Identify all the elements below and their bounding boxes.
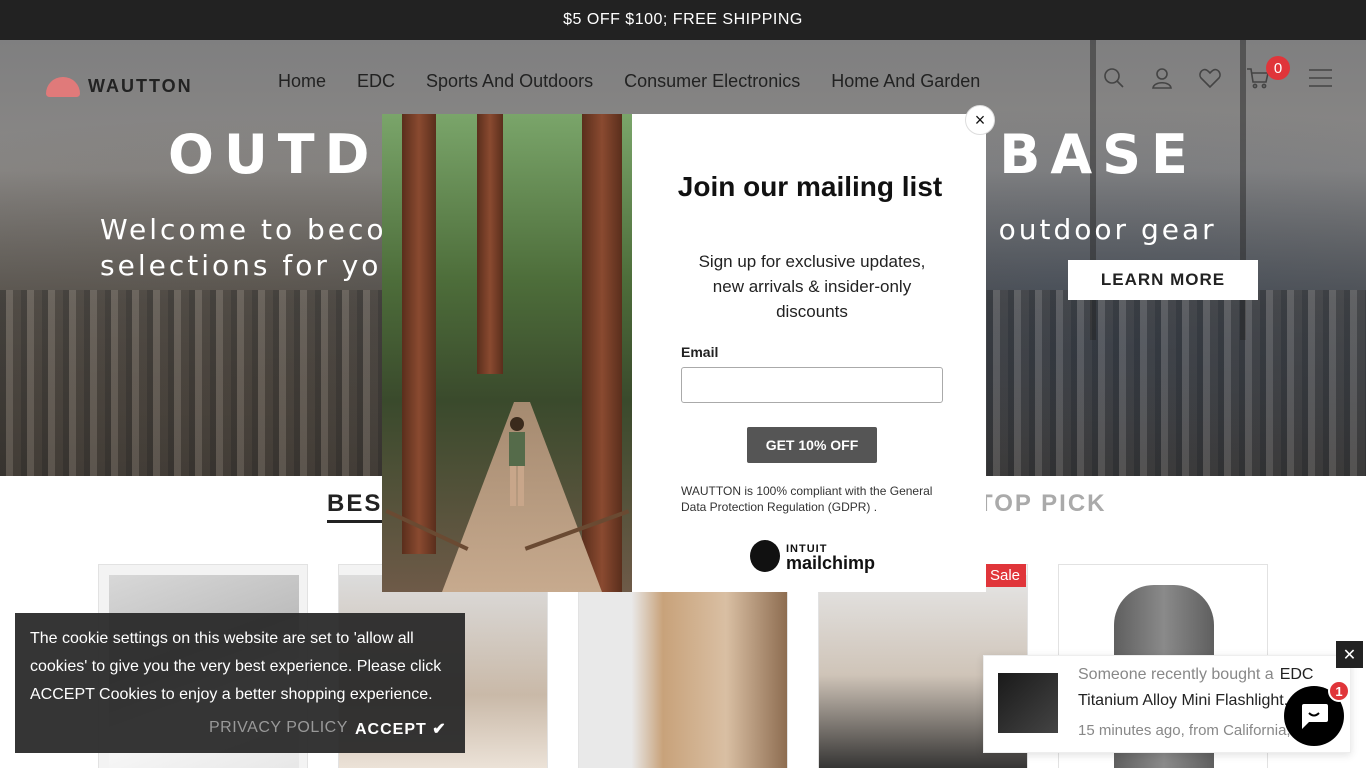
main-nav: Home EDC Sports And Outdoors Consumer El…: [278, 71, 1011, 92]
recent-purchase-lead: Someone recently bought a EDC: [1078, 666, 1313, 684]
logo-mark-icon: [46, 76, 80, 97]
heart-icon[interactable]: [1196, 66, 1224, 90]
learn-more-button[interactable]: LEARN MORE: [1068, 260, 1258, 300]
recent-product-thumbnail: [998, 673, 1058, 733]
announcement-bar: $5 OFF $100; FREE SHIPPING: [0, 0, 1366, 40]
hiker-figure: [509, 417, 525, 506]
popup-forest-image: [382, 114, 632, 592]
recent-purchase-time: 15 minutes ago, from California,: [1078, 722, 1291, 739]
nav-item-consumer-electronics[interactable]: Consumer Electronics: [624, 71, 800, 92]
popup-description: Sign up for exclusive updates, new arriv…: [698, 252, 926, 321]
recent-lead-text: Someone recently bought a: [1078, 666, 1274, 683]
chat-unread-badge: 1: [1328, 680, 1350, 702]
user-icon[interactable]: [1148, 66, 1176, 90]
nav-item-sports-outdoors[interactable]: Sports And Outdoors: [426, 71, 593, 92]
nav-item-home-garden[interactable]: Home And Garden: [831, 71, 980, 92]
announcement-text: $5 OFF $100; FREE SHIPPING: [563, 11, 803, 28]
tree-trunk: [402, 114, 436, 554]
get-discount-button[interactable]: GET 10% OFF: [747, 427, 877, 463]
tree-trunk: [477, 114, 503, 374]
logo-text: WAUTTON: [88, 76, 193, 96]
mailchimp-monkey-icon: [750, 540, 780, 572]
product-card[interactable]: [578, 564, 788, 768]
tab-top-pick[interactable]: TOP PICK: [978, 490, 1106, 518]
nav-item-edc[interactable]: EDC: [357, 71, 395, 92]
nav-item-home[interactable]: Home: [278, 71, 326, 92]
hamburger-icon[interactable]: [1306, 66, 1334, 90]
recent-product-name[interactable]: Titanium Alloy Mini Flashlight...: [1078, 692, 1297, 710]
email-label: Email: [681, 344, 719, 360]
cart-count-badge: 0: [1266, 56, 1290, 80]
chat-bubble-icon: [1302, 704, 1328, 729]
privacy-policy-link[interactable]: PRIVACY POLICY: [209, 719, 348, 737]
popup-title: Join our mailing list: [677, 171, 943, 202]
accept-cookies-button[interactable]: ACCEPT ✔: [355, 719, 447, 739]
site-header: WAUTTON Home EDC Sports And Outdoors Con…: [0, 40, 1366, 120]
mailchimp-wordmark: mailchimp: [786, 553, 876, 573]
search-icon[interactable]: [1100, 66, 1128, 90]
product-image: [579, 575, 787, 768]
sale-badge: Sale: [984, 564, 1027, 587]
recent-product-name-start[interactable]: EDC: [1280, 666, 1314, 683]
popup-close-icon[interactable]: ×: [965, 105, 995, 135]
cookie-message: The cookie settings on this website are …: [30, 630, 442, 703]
email-field[interactable]: [681, 367, 943, 403]
logo[interactable]: WAUTTON: [46, 76, 193, 97]
recent-close-icon[interactable]: ✕: [1336, 641, 1363, 668]
cart-icon[interactable]: 0: [1244, 56, 1290, 90]
cookie-banner: The cookie settings on this website are …: [15, 613, 465, 753]
gdpr-notice: WAUTTON is 100% compliant with the Gener…: [681, 484, 933, 514]
header-icons: 0: [1100, 56, 1334, 90]
mailing-list-popup: Join our mailing list Sign up for exclus…: [632, 114, 986, 592]
mailchimp-logo[interactable]: INTUIT mailchimp: [750, 540, 875, 572]
